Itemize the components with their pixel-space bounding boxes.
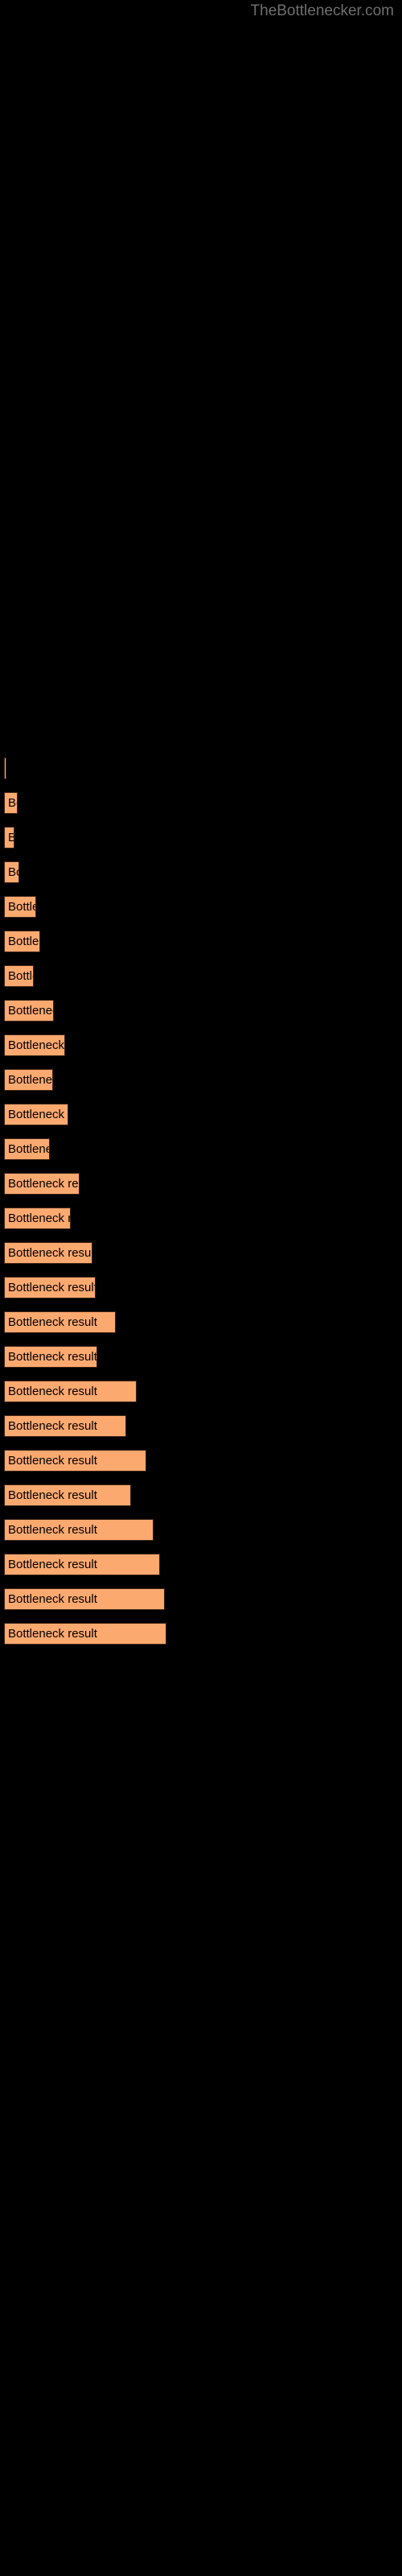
bar-bottleneck-result[interactable]: Bottleneck result [4,1208,71,1229]
bar-bottleneck-result[interactable]: Bottleneck result [4,1381,137,1402]
bar-row: Bottleneck result [0,1277,402,1298]
bar-label: Bottleneck result [8,1281,96,1294]
bar-label: Bottleneck result [8,1108,68,1121]
bar-label: Bottleneck result [8,1385,97,1398]
bar-row: Bottleneck result [0,1381,402,1402]
bar-label: Bottleneck result [8,969,33,983]
bar-label: Bottleneck result [8,1177,79,1191]
bar-row: Bottleneck result [0,1311,402,1333]
bar-label: Bottleneck result [8,1627,97,1641]
bar-row: Bottleneck result [0,1138,402,1160]
bar-row: Bottleneck result [0,1034,402,1056]
bar-bottleneck-result[interactable]: Bottleneck result [4,1173,80,1195]
bar-bottleneck-result[interactable]: Bottleneck result [4,1138,50,1160]
bar-label: Bottleneck result [8,1073,53,1087]
bar-label: Bottleneck result [8,1488,97,1502]
bar-bottleneck-result[interactable]: Bottleneck result [4,1484,131,1506]
bar-label: Bottleneck result [8,1350,97,1364]
bar-row: Bottleneck result [0,1450,402,1472]
bar-row: Bottleneck result [0,1623,402,1645]
bar-label: Bottleneck result [8,1038,65,1052]
bar-bottleneck-result[interactable]: Bottleneck result [4,1000,54,1022]
bar-bottleneck-result[interactable]: Bottleneck result [4,1623,166,1645]
bar-label: Bottleneck result [8,1246,92,1260]
bar-label: Bottleneck result [8,1212,70,1225]
bar-row: Bottleneck result [0,1208,402,1229]
bar-bottleneck-result[interactable]: Bottleneck result [4,1346,97,1368]
bar-bottleneck-result[interactable]: Bottleneck result [4,792,18,814]
bar-row: Bottleneck result [0,965,402,987]
bar-bottleneck-result[interactable]: Bottleneck result [4,1104,68,1125]
bar-bottleneck-result[interactable]: Bottleneck result [4,1242,92,1264]
bar-bottleneck-result[interactable]: Bottleneck result [4,1069,53,1091]
bar-row: Bottleneck result [0,1554,402,1575]
bar-bottleneck-result[interactable]: Bottleneck result [4,758,6,779]
bar-label: Bottleneck result [8,1142,49,1156]
bar-label: Bottleneck result [8,1558,97,1571]
bar-row: Bottleneck result [0,1000,402,1022]
bar-row: Bottleneck result [0,1069,402,1091]
bar-row: Bottleneck result [0,896,402,918]
bar-label: Bottleneck result [8,935,39,948]
bar-row: Bottleneck result [0,1519,402,1541]
bar-bottleneck-result[interactable]: Bottleneck result [4,1034,65,1056]
bar-bottleneck-result[interactable]: Bottleneck result [4,1415,126,1437]
bar-bottleneck-result[interactable]: Bottleneck result [4,1450,146,1472]
bar-label: Bottleneck result [8,828,14,848]
bar-row: Bottleneck result [0,1415,402,1437]
bar-row: Bottleneck result [0,1588,402,1610]
bar-row: Bottleneck result [0,931,402,952]
bar-row: Bottleneck result [0,1104,402,1125]
bar-bottleneck-result[interactable]: Bottleneck result [4,931,40,952]
bar-bottleneck-result[interactable]: Bottleneck result [4,827,14,848]
bar-row: Bottleneck result [0,792,402,814]
bar-label: Bottleneck result [8,1454,97,1468]
bar-bottleneck-result[interactable]: Bottleneck result [4,1311,116,1333]
bar-bottleneck-result[interactable]: Bottleneck result [4,965,34,987]
bar-bottleneck-result[interactable]: Bottleneck result [4,1519,154,1541]
bar-row: Bottleneck result [0,1346,402,1368]
bar-bottleneck-result[interactable]: Bottleneck result [4,1277,96,1298]
bar-label: Bottleneck result [8,1004,53,1018]
bar-row: Bottleneck result [0,861,402,883]
bar-row: Bottleneck result [0,827,402,848]
bar-label: Bottleneck result [8,900,35,914]
bar-bottleneck-result[interactable]: Bottleneck result [4,1588,165,1610]
bottleneck-bar-chart: Bottleneck result Bottleneck result Bottle… [0,0,402,2576]
bar-row: Bottleneck result [0,1173,402,1195]
bar-label: Bottleneck result [8,1592,97,1606]
bar-bottleneck-result[interactable]: Bottleneck result [4,896,36,918]
bar-row: Bottleneck result [0,758,402,779]
bar-label: Bottleneck result [8,796,17,810]
bar-bottleneck-result[interactable]: Bottleneck result [4,1554,160,1575]
bar-label: Bottleneck result [8,1315,97,1329]
bar-label: Bottleneck result [8,1523,97,1537]
bar-bottleneck-result[interactable]: Bottleneck result [4,861,19,883]
bar-label: Bottleneck result [8,865,18,879]
bar-label: Bottleneck result [8,1419,97,1433]
bar-row: Bottleneck result [0,1242,402,1264]
bar-row: Bottleneck result [0,1484,402,1506]
